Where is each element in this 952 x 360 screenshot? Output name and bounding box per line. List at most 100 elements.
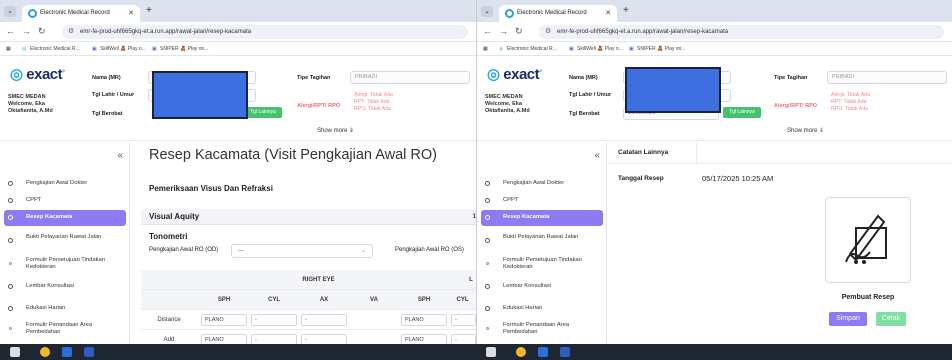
table-row: Distance PLANO - - PLANO - bbox=[141, 310, 476, 330]
word-icon[interactable] bbox=[84, 347, 94, 357]
apps-icon[interactable]: ▦ bbox=[6, 42, 11, 56]
welcome-text: Welcome, Eka bbox=[485, 101, 522, 107]
app-icon[interactable] bbox=[62, 347, 72, 357]
pengkajian-od-select[interactable]: --- ⌄ bbox=[231, 244, 373, 258]
screenshot-root: ⌄ Electronic Medical Record ✕ + ← → ↻ ⚙ … bbox=[0, 0, 952, 360]
start-icon[interactable] bbox=[10, 347, 20, 357]
bookmark-emr-icon: ◎ bbox=[499, 46, 504, 52]
word-icon[interactable] bbox=[560, 347, 570, 357]
tab-search-button[interactable]: ⌄ bbox=[4, 6, 16, 17]
bookmark-sniper-icon: ▣ bbox=[152, 46, 157, 52]
tgl-lahir-label: Tgl Lahir / Umur bbox=[569, 92, 612, 98]
add-sph-input[interactable]: PLANO bbox=[201, 334, 247, 344]
print-button[interactable]: Cetak bbox=[876, 312, 906, 326]
add-cyl-input[interactable]: - bbox=[251, 334, 297, 344]
right-eye-header: RIGHT EYE bbox=[302, 277, 335, 283]
chrome-icon[interactable] bbox=[516, 347, 526, 357]
radio-icon bbox=[8, 198, 13, 203]
distance-sph-left-input[interactable]: PLANO bbox=[401, 314, 447, 326]
tab-search-button[interactable]: ⌄ bbox=[481, 6, 493, 17]
address-bar: ← → ↻ ⚙ emr-fe-prod-uhf665gkq-et.a.run.a… bbox=[0, 22, 476, 42]
col-sph: SPH bbox=[217, 297, 231, 303]
radio-icon bbox=[485, 181, 490, 186]
bookmark-skillwell-icon: ▣ bbox=[569, 46, 574, 52]
apps-icon[interactable]: ▦ bbox=[483, 42, 488, 56]
new-tab-button[interactable]: + bbox=[623, 5, 629, 16]
col-cyl: CYL bbox=[268, 297, 280, 303]
nama-label: Nama (MR) bbox=[92, 75, 121, 81]
distance-cyl-left-input[interactable]: - bbox=[451, 314, 476, 326]
alergi-line: Alergi: Tidak Ada bbox=[831, 92, 870, 98]
sidebar-item-resep-kacamata[interactable]: Resep Kacamata bbox=[481, 210, 603, 226]
radio-icon bbox=[485, 198, 490, 203]
chrome-icon[interactable] bbox=[40, 347, 50, 357]
reload-icon[interactable]: ↻ bbox=[515, 26, 523, 37]
tgl-lainnya-button[interactable]: Tgl Lainnya bbox=[244, 107, 282, 118]
collapse-sidebar-icon[interactable]: « bbox=[117, 150, 123, 161]
distance-sph-input[interactable]: PLANO bbox=[201, 314, 247, 326]
exact-logo: ◎ exact+ bbox=[487, 66, 543, 83]
new-tab-button[interactable]: + bbox=[146, 5, 152, 16]
tipe-tagihan-label: Tipe Tagihan bbox=[774, 75, 808, 81]
bookmark-skillwell[interactable]: SkillWell 🧸 Play o... bbox=[100, 42, 146, 56]
url-field[interactable]: ⚙ emr-fe-prod-uhf665gkq-et.a.run.app/raw… bbox=[62, 25, 468, 39]
rpo-line: RPO: Tidak Ada bbox=[354, 106, 391, 112]
browser-tab[interactable]: Electronic Medical Record ✕ bbox=[499, 5, 617, 22]
bookmark-sniper[interactable]: SNIPER 🧸 Play on... bbox=[637, 42, 685, 56]
bookmark-emr[interactable]: Electronic Medical R... bbox=[507, 42, 557, 56]
add-ax-input[interactable]: - bbox=[301, 334, 347, 344]
catatan-field[interactable] bbox=[696, 142, 952, 164]
tgl-berobat-label: Tgl Berobat bbox=[569, 111, 600, 117]
add-cyl-left-input[interactable]: - bbox=[451, 334, 476, 344]
favicon-icon bbox=[505, 9, 514, 18]
close-tab-icon[interactable]: ✕ bbox=[605, 5, 611, 22]
tab-title: Electronic Medical Record bbox=[40, 10, 110, 16]
collapse-sidebar-icon[interactable]: « bbox=[594, 150, 600, 161]
user-name: Oktafianita, A.Md bbox=[485, 108, 530, 114]
distance-ax-input[interactable]: - bbox=[301, 314, 347, 326]
show-more-link[interactable]: Show more ⇓ bbox=[787, 127, 824, 134]
sidebar: « Pengkajian Awal Dokter CPPT Resep Kaca… bbox=[0, 142, 130, 344]
col-va: VA bbox=[370, 297, 378, 303]
back-icon[interactable]: ← bbox=[483, 26, 492, 36]
save-button[interactable]: Simpan bbox=[829, 312, 867, 326]
signature-icon bbox=[845, 214, 887, 264]
site-info-icon[interactable]: ⚙ bbox=[545, 28, 551, 36]
radio-icon bbox=[9, 327, 12, 330]
show-more-link[interactable]: Show more ⇓ bbox=[317, 127, 354, 134]
reload-icon[interactable]: ↻ bbox=[38, 26, 46, 37]
alergi-values: Alergi: Tidak Ada RPT: Tidak Ada RPO: Ti… bbox=[354, 92, 393, 113]
left-eye-header: L bbox=[469, 277, 473, 283]
taskbar bbox=[0, 344, 952, 360]
start-icon[interactable] bbox=[486, 347, 496, 357]
site-info-icon[interactable]: ⚙ bbox=[68, 28, 74, 36]
radio-icon bbox=[485, 238, 490, 243]
browser-tab[interactable]: Electronic Medical Record ✕ bbox=[22, 5, 140, 22]
forward-icon[interactable]: → bbox=[499, 26, 508, 36]
add-sph-left-input[interactable]: PLANO bbox=[401, 334, 447, 344]
bookmark-skillwell[interactable]: SkillWell 🧸 Play o... bbox=[577, 42, 623, 56]
visual-aquity-bar[interactable]: Visual Aquity 1 bbox=[141, 209, 476, 225]
patient-header: ◎ exact+ SMEC MEDAN Welcome, Eka Oktafia… bbox=[0, 57, 476, 141]
bookmark-sniper[interactable]: SNIPER 🧸 Play on... bbox=[160, 42, 208, 56]
tipe-tagihan-field: PRIBADI bbox=[350, 71, 470, 84]
alergi-values: Alergi: Tidak Ada RPT: Tidak Ada RPO: Ti… bbox=[831, 92, 870, 113]
radio-icon bbox=[485, 215, 490, 220]
sidebar-item-resep-kacamata[interactable]: Resep Kacamata bbox=[4, 210, 126, 226]
close-tab-icon[interactable]: ✕ bbox=[128, 5, 134, 22]
app-icon[interactable] bbox=[538, 347, 548, 357]
distance-cyl-input[interactable]: - bbox=[251, 314, 297, 326]
bookmarks-bar: ▦ ◎ Electronic Medical R... ▣ SkillWell … bbox=[0, 42, 476, 56]
rpt-line: RPT: Tidak Ada bbox=[354, 99, 390, 105]
back-icon[interactable]: ← bbox=[6, 26, 15, 36]
tonometri-label: Tonometri bbox=[149, 232, 188, 241]
tgl-lainnya-button[interactable]: Tgl Lainnya bbox=[723, 107, 761, 118]
tanggal-value: 05/17/2025 10:25 AM bbox=[702, 174, 774, 183]
row-label: Add bbox=[163, 337, 175, 343]
url-field[interactable]: ⚙ emr-fe-prod-uhf665gkq-et.a.run.app/raw… bbox=[539, 25, 944, 39]
radio-icon bbox=[485, 284, 490, 289]
col-sph-left: SPH bbox=[417, 297, 431, 303]
forward-icon[interactable]: → bbox=[22, 26, 31, 36]
bookmark-emr[interactable]: Electronic Medical R... bbox=[30, 42, 80, 56]
redaction-box bbox=[625, 67, 721, 113]
